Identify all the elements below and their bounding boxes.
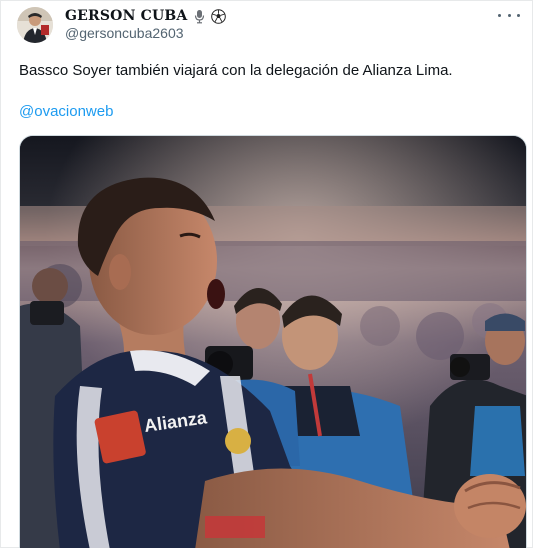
soccer-ball-icon xyxy=(210,8,226,24)
mention-link[interactable]: @ovacionweb xyxy=(19,103,113,120)
more-options-button[interactable] xyxy=(498,7,520,23)
author-handle[interactable]: @gersoncuba2603 xyxy=(65,25,184,41)
tweet-text: Bassco Soyer también viajará con la dele… xyxy=(19,62,453,79)
author-avatar[interactable] xyxy=(17,7,53,43)
tweet-photo[interactable]: Alianza xyxy=(19,135,527,548)
tweet-card[interactable]: GERSON CUBA @gersoncuba2603 Bassco Soyer… xyxy=(0,0,533,548)
more-dot-icon xyxy=(517,13,520,17)
author-display-name[interactable]: GERSON CUBA xyxy=(65,8,188,24)
microphone-icon xyxy=(192,9,207,24)
more-dot-icon xyxy=(498,13,501,17)
author-name-row[interactable]: GERSON CUBA xyxy=(65,7,226,25)
more-dot-icon xyxy=(507,13,511,17)
